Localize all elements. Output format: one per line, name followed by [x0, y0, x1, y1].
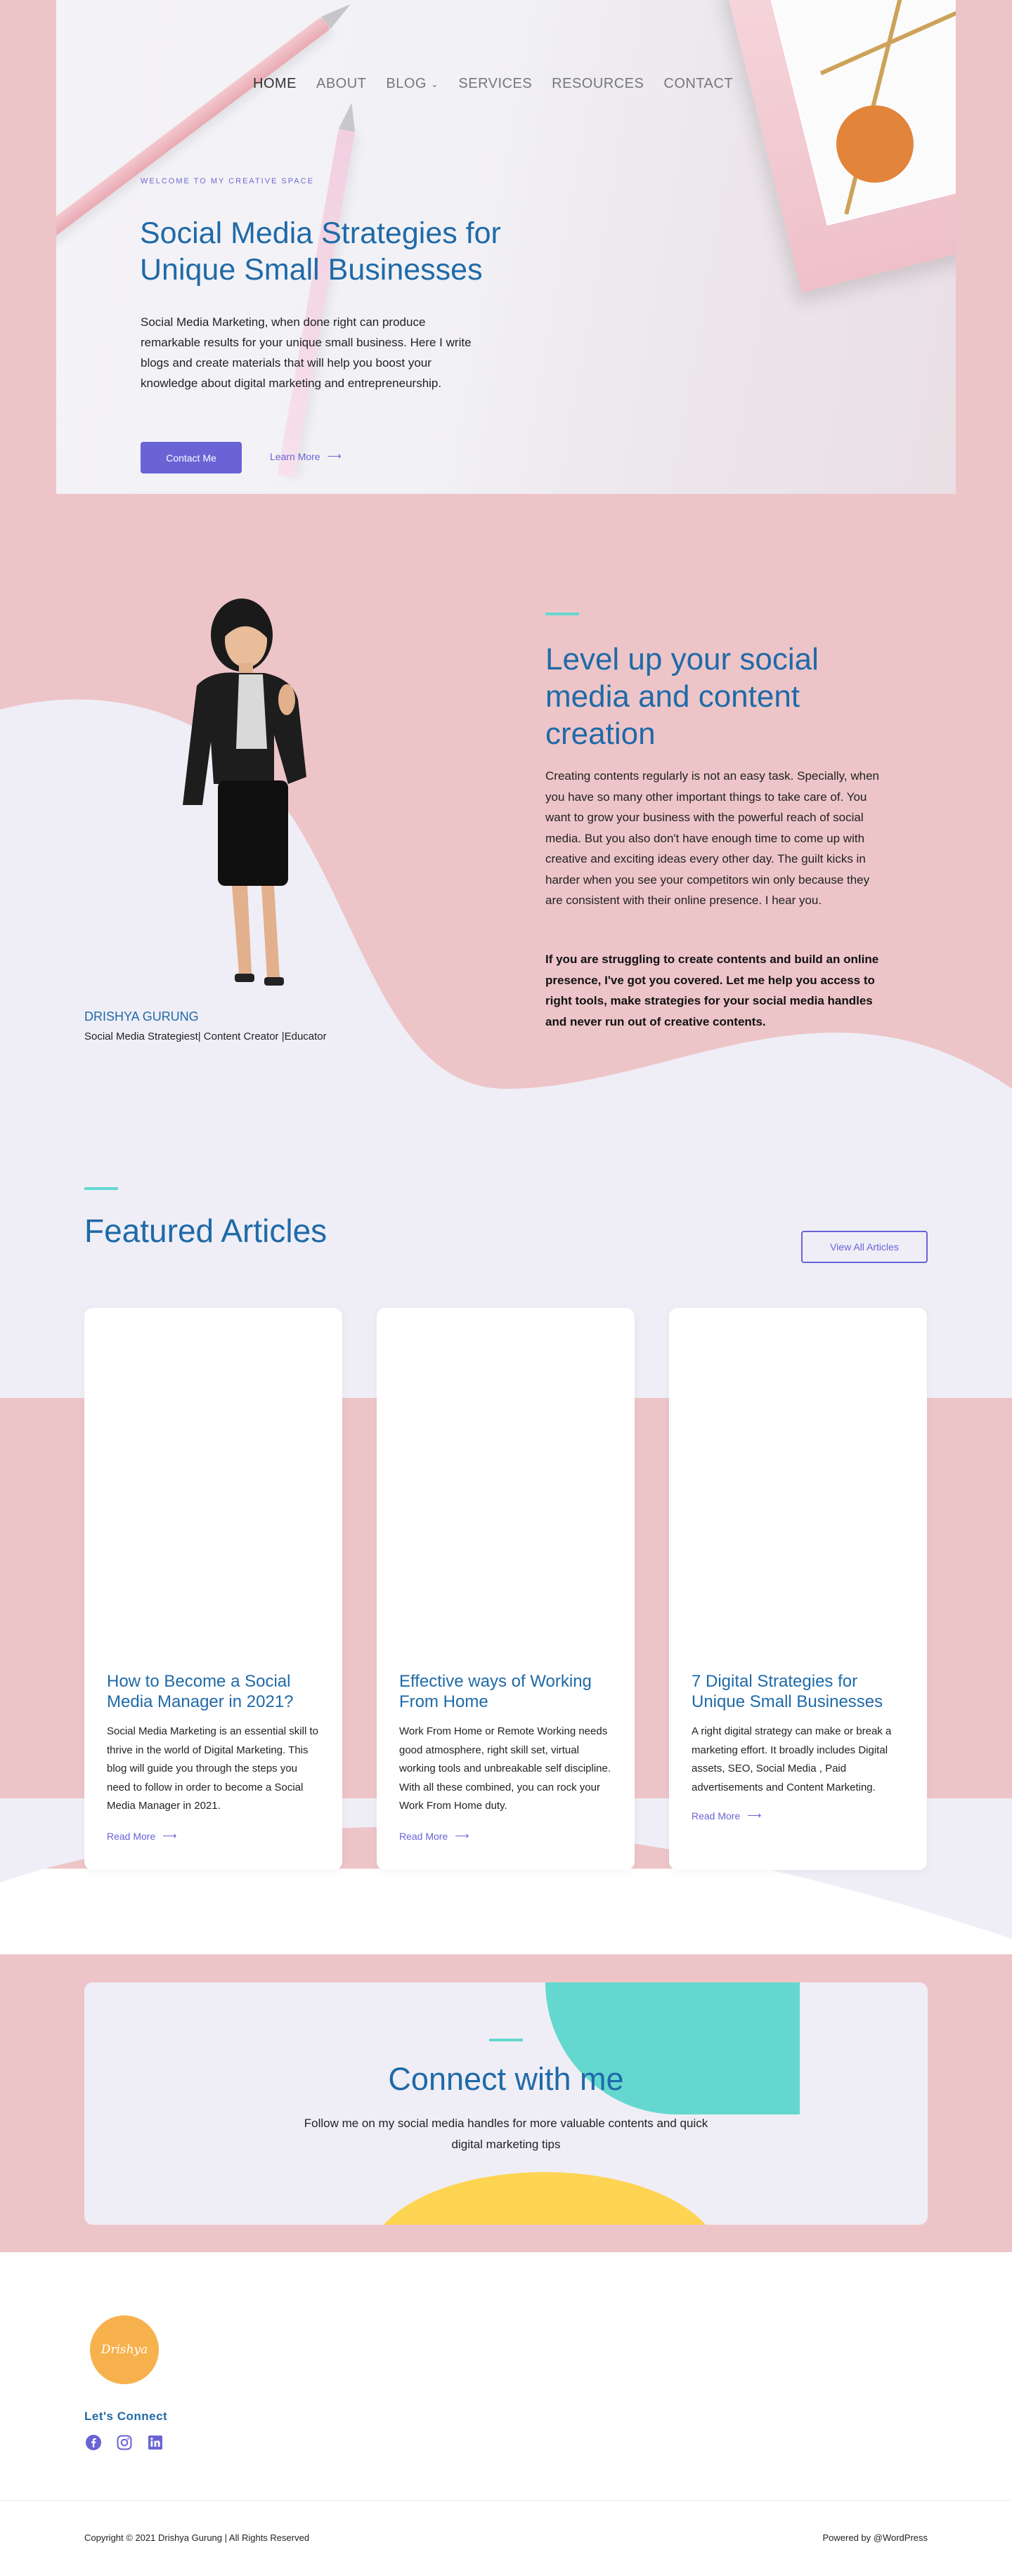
read-more-link[interactable]: Read More ⟶	[107, 1830, 176, 1842]
lets-connect-heading: Let's Connect	[84, 2410, 168, 2423]
accent-bar	[489, 2039, 523, 2041]
footer: Drishya Let's Connect Copyright © 2021 D…	[0, 2252, 1012, 2576]
article-title[interactable]: 7 Digital Strategies for Unique Small Bu…	[692, 1671, 909, 1712]
hero-section: HOME ABOUT BLOG ⌄ SERVICES RESOURCES CONT…	[56, 0, 956, 494]
about-text: Creating contents regularly is not an ea…	[545, 769, 879, 907]
article-excerpt: A right digital strategy can make or bre…	[692, 1725, 892, 1793]
read-more-link[interactable]: Read More ⟶	[399, 1830, 469, 1842]
article-card[interactable]: Effective ways of Working From Home Work…	[377, 1308, 635, 1870]
profile-photo	[183, 599, 306, 986]
orange-circle-decoration	[836, 105, 914, 183]
nav-item-home[interactable]: HOME	[253, 76, 297, 92]
accent-bar	[84, 1187, 118, 1190]
arrow-right-icon: ⟶	[455, 1830, 469, 1841]
read-more-link[interactable]: Read More ⟶	[692, 1810, 761, 1822]
hero-title: Social Media Strategies for Unique Small…	[140, 216, 501, 287]
nav-item-blog[interactable]: BLOG ⌄	[386, 76, 439, 92]
article-excerpt: Social Media Marketing is an essential s…	[107, 1725, 318, 1812]
contact-me-button[interactable]: Contact Me	[141, 442, 242, 473]
instagram-icon[interactable]	[115, 2433, 134, 2452]
main-nav: HOME ABOUT BLOG ⌄ SERVICES RESOURCES CONT…	[253, 76, 733, 92]
about-role: Social Media Strategiest| Content Creato…	[84, 1031, 327, 1042]
linkedin-icon[interactable]	[146, 2433, 164, 2452]
connect-box: Connect with me Follow me on my social m…	[84, 1982, 928, 2225]
chevron-down-icon: ⌄	[430, 78, 439, 89]
connect-text: Follow me on my social media handles for…	[304, 2117, 708, 2151]
arrow-right-icon: ⟶	[747, 1810, 762, 1821]
connect-title: Connect with me	[388, 2061, 624, 2097]
article-card[interactable]: 7 Digital Strategies for Unique Small Bu…	[669, 1308, 927, 1870]
learn-more-link[interactable]: Learn More ⟶	[270, 450, 342, 462]
view-all-articles-button[interactable]: View All Articles	[801, 1231, 928, 1263]
about-name: DRISHYA GURUNG	[84, 1009, 199, 1024]
social-links	[84, 2433, 164, 2452]
articles-title: Featured Articles	[84, 1212, 327, 1249]
yellow-shape-decoration	[369, 2172, 720, 2225]
article-title[interactable]: How to Become a Social Media Manager in …	[107, 1671, 325, 1712]
article-title[interactable]: Effective ways of Working From Home	[399, 1671, 617, 1712]
about-title: Level up your social media and content c…	[545, 642, 819, 751]
accent-bar	[545, 613, 579, 615]
article-card[interactable]: How to Become a Social Media Manager in …	[84, 1308, 342, 1870]
article-excerpt: Work From Home or Remote Working needs g…	[399, 1725, 611, 1812]
nav-item-about[interactable]: ABOUT	[316, 76, 366, 92]
powered-by-text[interactable]: Powered by @WordPress	[822, 2532, 928, 2543]
nav-item-resources[interactable]: RESOURCES	[552, 76, 644, 92]
facebook-icon[interactable]	[84, 2433, 103, 2452]
copyright-text: Copyright © 2021 Drishya Gurung | All Ri…	[84, 2532, 310, 2543]
about-highlight: If you are struggling to create contents…	[545, 953, 879, 1028]
site-logo[interactable]: Drishya	[90, 2315, 159, 2384]
hero-text: Social Media Marketing, when done right …	[141, 315, 472, 390]
arrow-right-icon: ⟶	[162, 1830, 177, 1841]
nav-item-services[interactable]: SERVICES	[458, 76, 532, 92]
hero-eyebrow: WELCOME TO MY CREATIVE SPACE	[141, 177, 314, 185]
footer-divider	[0, 2500, 1012, 2501]
arrow-right-icon: ⟶	[327, 450, 342, 462]
nav-item-contact[interactable]: CONTACT	[663, 76, 733, 92]
